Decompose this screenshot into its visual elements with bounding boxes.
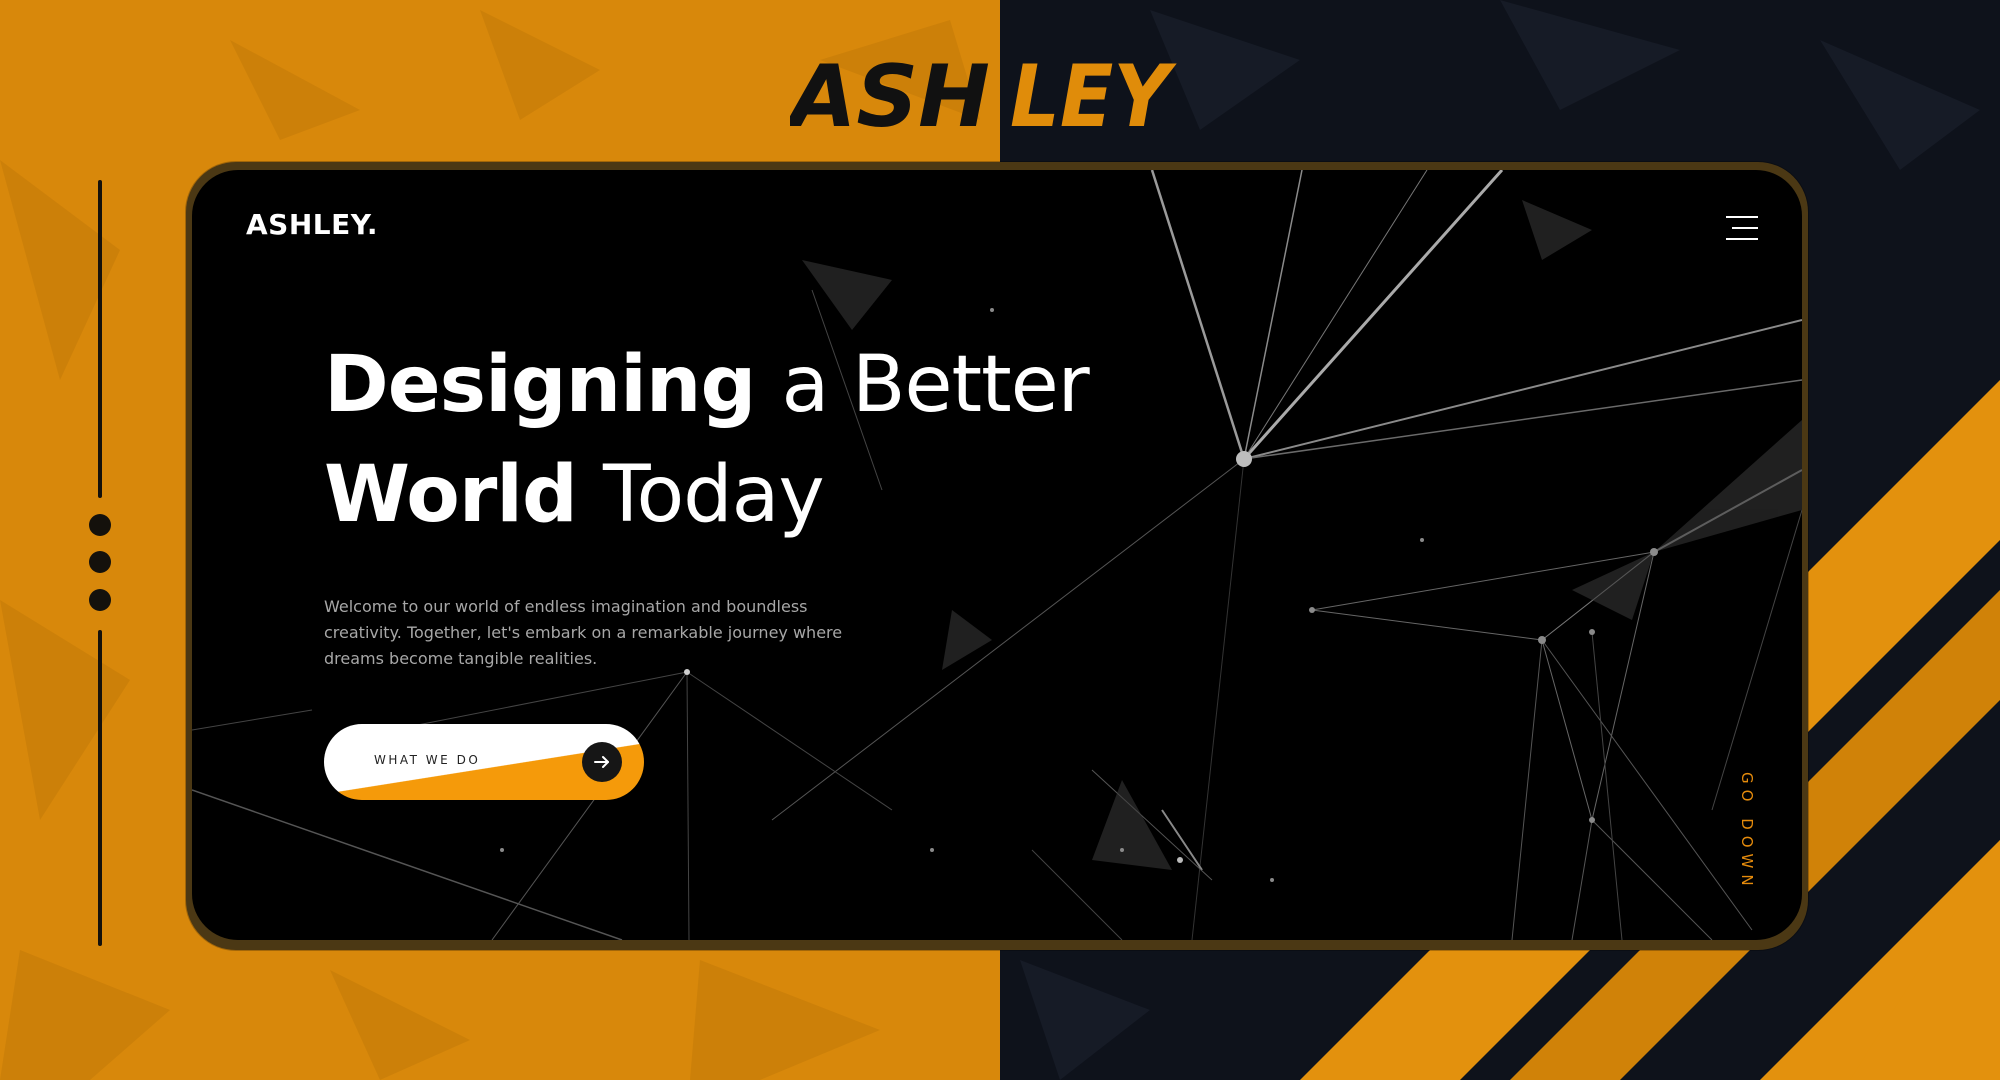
what-we-do-button[interactable]: WHAT WE DO [324,724,644,800]
headline-line1-bold: Designing [324,340,756,430]
side-rail-dot-2[interactable] [89,551,111,573]
hamburger-menu-icon-bar-3 [1726,238,1758,240]
banner-title-svg: ASH LEY [790,47,1177,140]
site-logo[interactable]: ASHLEY. [246,208,378,241]
banner-title: ASH LEY [790,40,1210,140]
headline-line2-bold: World [324,450,578,540]
banner-title-left: ASH [790,47,990,140]
go-down-link[interactable]: GO DOWN [1728,772,1756,902]
hero-headline: Designing a Better World Today [324,330,1090,550]
network-background [192,170,1802,940]
side-rail-line-bottom [98,630,102,946]
side-rail-dot-1[interactable] [89,514,111,536]
hamburger-menu-icon [1726,216,1758,218]
network-lines [192,170,1802,940]
hamburger-menu-button[interactable] [1716,206,1760,250]
hamburger-menu-icon-bar-2 [1732,227,1758,229]
side-rail-dot-3[interactable] [89,589,111,611]
headline-line2-light: Today [603,450,825,540]
side-rail-line-top [98,180,102,498]
hero-description: Welcome to our world of endless imaginat… [324,597,843,668]
headline-line1-light: a Better [781,340,1089,430]
arrow-right-icon [582,742,622,782]
website-screen: ASHLEY. Designing a Better World Today W… [192,170,1802,940]
banner-title-right: LEY [1010,47,1177,140]
showcase-canvas: ASH LEY ASHLEY. Designing a Better World… [0,0,2000,1080]
what-we-do-label: WHAT WE DO [374,753,481,767]
